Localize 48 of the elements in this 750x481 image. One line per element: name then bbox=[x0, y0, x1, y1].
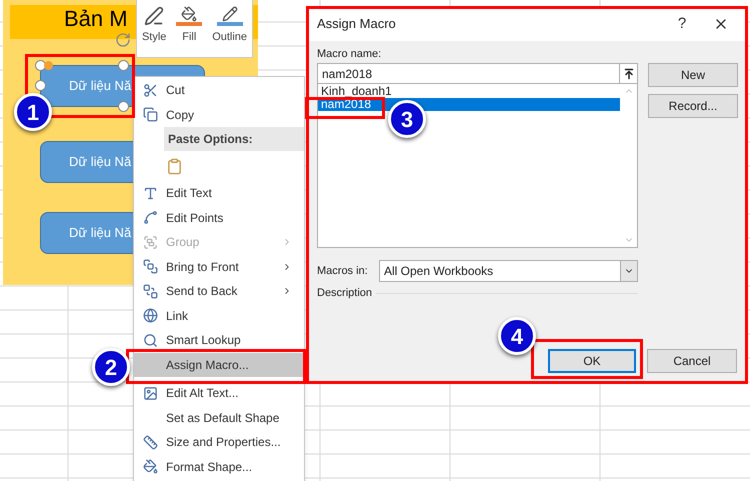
menu-header: Paste Options: bbox=[164, 127, 304, 151]
upload-icon[interactable] bbox=[622, 68, 634, 80]
menu-item-icon bbox=[142, 186, 158, 201]
menu-item-icon bbox=[142, 210, 158, 226]
menu-item[interactable]: Smart Lookup bbox=[134, 328, 304, 352]
style-icon bbox=[144, 6, 164, 26]
menu-item[interactable]: Edit Alt Text... bbox=[134, 381, 304, 406]
menu-item[interactable]: Send to Back bbox=[134, 279, 304, 304]
menu-item-icon bbox=[142, 107, 158, 122]
menu-item[interactable]: Size and Properties... bbox=[134, 430, 304, 454]
dialog-button[interactable]: Record... bbox=[648, 94, 738, 118]
menu-item[interactable]: Edit Text bbox=[134, 181, 304, 206]
menu-item[interactable]: Bring to Front bbox=[134, 254, 304, 279]
toolbar-button[interactable]: Outline bbox=[212, 6, 248, 46]
menu-item[interactable]: Link bbox=[134, 304, 304, 328]
ok-button[interactable]: OK bbox=[548, 349, 636, 373]
cancel-button[interactable]: Cancel bbox=[647, 349, 737, 373]
menu-item-icon bbox=[142, 308, 158, 324]
outline-icon bbox=[216, 6, 243, 26]
toolbar-button[interactable]: Style bbox=[142, 6, 166, 46]
macros-in-dropdown[interactable]: All Open Workbooks bbox=[379, 260, 638, 282]
paste-icon[interactable] bbox=[166, 158, 183, 174]
dialog-button[interactable]: New bbox=[648, 63, 738, 87]
list-item[interactable]: Kinh_doanh1 bbox=[318, 85, 620, 98]
list-item[interactable]: nam2018 bbox=[318, 98, 620, 111]
toolbar-button[interactable]: Fill bbox=[176, 6, 202, 46]
field-label: Macro name: bbox=[317, 47, 382, 62]
fill-icon bbox=[176, 6, 202, 26]
menu-item[interactable]: Assign Macro... bbox=[134, 352, 304, 377]
menu-item-icon bbox=[142, 332, 158, 348]
step-badge: 2 bbox=[92, 348, 130, 386]
sheet-title: Bản M bbox=[64, 7, 128, 31]
menu-item-icon bbox=[142, 434, 158, 450]
section-label: Description bbox=[317, 286, 372, 301]
menu-item[interactable]: Format Shape... bbox=[134, 454, 304, 479]
rotate-handle-icon[interactable] bbox=[115, 32, 131, 48]
help-button[interactable]: ? bbox=[667, 12, 697, 36]
menu-item[interactable]: Set as Default Shape bbox=[134, 406, 304, 430]
menu-item-icon bbox=[142, 284, 158, 299]
menu-item-icon bbox=[142, 234, 158, 250]
menu-item-icon bbox=[142, 459, 158, 474]
menu-item-icon bbox=[142, 82, 158, 98]
adjust-handle[interactable] bbox=[44, 61, 53, 70]
dialog-title: Assign Macro bbox=[317, 15, 397, 34]
menu-item-icon bbox=[142, 259, 158, 274]
menu-item-icon bbox=[142, 386, 158, 401]
macro-name-field[interactable]: nam2018 bbox=[317, 63, 638, 84]
field-label: Macros in: bbox=[317, 264, 369, 279]
